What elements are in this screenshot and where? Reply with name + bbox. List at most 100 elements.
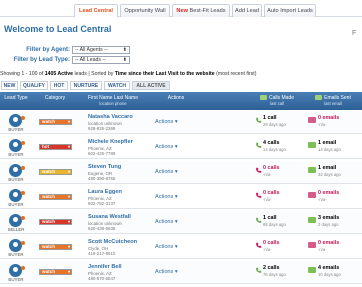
table-row[interactable]: SELLER watch ▾ Susana Westfall location unkn…	[0, 211, 362, 234]
column-calls[interactable]: Calls Made last call	[252, 95, 302, 107]
lead-type-label: BUYER	[8, 152, 24, 157]
lead-name-link[interactable]: Susana Westfall	[88, 214, 131, 220]
tab-label: Best-Fit Leads	[189, 8, 226, 14]
subtab-new[interactable]: NEW	[1, 81, 18, 90]
lead-name-link[interactable]: Laura Eggen	[88, 189, 122, 195]
category-value: hot	[42, 144, 50, 149]
tab-best-fit-leads[interactable]: New Best-Fit Leads	[172, 4, 230, 17]
tab-auto-import-leads[interactable]: Auto Import Leads	[264, 4, 316, 17]
last-email: 32 days ago	[318, 172, 341, 177]
category-select[interactable]: hot ▾	[39, 144, 72, 150]
lead-phone: 480-390-8765	[88, 176, 116, 181]
column-category[interactable]: Category	[38, 95, 72, 101]
lead-type-select-value: -- All Leads --	[75, 57, 106, 63]
table-row[interactable]: BUYER watch ▾ Jennifer Bell Phoenix, AZ 480-5…	[0, 261, 362, 284]
column-emails[interactable]: Emails Sent last email	[306, 95, 360, 107]
subtab-qualify[interactable]: QUALIFY	[20, 81, 48, 90]
tab-add-lead[interactable]: Add Lead	[232, 4, 262, 17]
table-row[interactable]: BUYER watch ▾ Scott McCutcheon Clyde, OH 419-…	[0, 236, 362, 259]
subtab-all-active[interactable]: ALL ACTIVE	[132, 81, 170, 90]
agent-select[interactable]: -- All Agents -- ⬍	[72, 46, 130, 54]
column-emails-sub: last email	[324, 101, 342, 106]
lead-type-label: BUYER	[8, 202, 24, 207]
calls-count[interactable]: 2 calls	[263, 265, 280, 271]
lead-name-link[interactable]: Natasha Vaccaro	[88, 114, 133, 120]
subtab-nurture[interactable]: NURTURE	[70, 81, 102, 90]
showing-middle: leads | Sorted by	[73, 71, 115, 77]
tab-opportunity-wall[interactable]: Opportunity Wall	[120, 4, 170, 17]
lead-type-icon	[9, 239, 22, 252]
lead-type-select[interactable]: -- All Leads -- ⬍	[72, 56, 130, 64]
category-value: watch	[42, 169, 56, 174]
emails-count-text: 3 emails	[318, 215, 340, 221]
status-dot-icon	[21, 266, 25, 270]
lead-phone: 520-439-5635	[88, 226, 116, 231]
lead-type-label: BUYER	[8, 177, 24, 182]
last-email: -n/a-	[318, 197, 327, 202]
phone-icon	[256, 242, 262, 248]
category-value: watch	[42, 194, 56, 199]
emails-count[interactable]: 3 emails	[318, 215, 339, 221]
actions-menu[interactable]: Actions ▾	[155, 169, 178, 175]
subtab-hot[interactable]: HOT	[50, 81, 68, 90]
lead-type-label: BUYER	[8, 277, 24, 282]
emails-count[interactable]: 1 email	[318, 165, 336, 171]
category-select[interactable]: watch ▾	[39, 219, 72, 225]
category-select[interactable]: watch ▾	[39, 244, 72, 250]
column-name[interactable]: First Name Last Name location phone	[80, 95, 146, 107]
actions-menu[interactable]: Actions ▾	[155, 119, 178, 125]
emails-count[interactable]: 0 emails	[318, 115, 339, 121]
column-calls-sub: last call	[270, 101, 284, 106]
tab-label: Opportunity Wall	[124, 8, 166, 14]
lead-type-icon	[9, 164, 22, 177]
category-value: watch	[42, 219, 56, 224]
showing-count: 1405 Active	[44, 71, 74, 77]
new-badge: New	[176, 8, 188, 14]
emails-count[interactable]: 0 emails	[318, 190, 339, 196]
table-row[interactable]: BUYER hot ▾ Michele Knepfler Phoenix, AZ 602-…	[0, 136, 362, 159]
last-call: 29 days ago	[263, 122, 286, 127]
calls-count[interactable]: 1 call	[263, 115, 277, 121]
calls-count[interactable]: 0 calls	[263, 165, 280, 171]
calls-count-text: 0 calls	[263, 165, 280, 171]
lead-name-link[interactable]: Jennifer Bell	[88, 264, 122, 270]
actions-menu[interactable]: Actions ▾	[155, 244, 178, 250]
emails-count-text: 1 email	[318, 165, 337, 171]
table-row[interactable]: BUYER watch ▾ Steven Tung Eugene, OR 480-390-…	[0, 161, 362, 184]
lead-type-icon	[9, 139, 22, 152]
lead-name-link[interactable]: Scott McCutcheon	[88, 239, 137, 245]
category-select[interactable]: watch ▾	[39, 119, 72, 125]
lead-name-link[interactable]: Steven Tung	[88, 164, 121, 170]
subtab-watch[interactable]: WATCH	[104, 81, 130, 90]
table-row[interactable]: BUYER watch ▾ Natasha Vaccaro location unkno…	[0, 111, 362, 134]
calls-count[interactable]: 0 calls	[263, 240, 280, 246]
column-lead-type[interactable]: Lead Type	[2, 95, 30, 101]
calls-count[interactable]: 1 call	[263, 215, 277, 221]
emails-count[interactable]: 0 emails	[318, 240, 339, 246]
actions-menu[interactable]: Actions ▾	[155, 269, 178, 275]
actions-menu[interactable]: Actions ▾	[155, 194, 178, 200]
email-icon	[308, 142, 316, 148]
chevron-down-icon: ▾	[67, 194, 70, 199]
emails-count[interactable]: 1 email	[318, 140, 336, 146]
calls-count[interactable]: 4 calls	[263, 140, 280, 146]
actions-menu[interactable]: Actions ▾	[155, 219, 178, 225]
actions-menu[interactable]: Actions ▾	[155, 144, 178, 150]
category-select[interactable]: watch ▾	[39, 269, 72, 275]
chevron-down-icon: ▾	[67, 269, 70, 274]
category-select[interactable]: watch ▾	[39, 194, 72, 200]
lead-type-icon	[9, 114, 22, 127]
showing-suffix: (most recent first)	[214, 71, 257, 77]
lead-name-link[interactable]: Michele Knepfler	[88, 139, 133, 145]
calls-count[interactable]: 0 calls	[263, 190, 280, 196]
email-icon	[308, 267, 316, 273]
last-email: -n/a-	[318, 122, 327, 127]
tab-lead-central[interactable]: Lead Central	[74, 4, 118, 17]
column-actions: Actions	[167, 95, 185, 101]
category-select[interactable]: watch ▾	[39, 169, 72, 175]
emails-count[interactable]: 4 emails	[318, 265, 339, 271]
status-dot-icon	[21, 241, 25, 245]
table-row[interactable]: BUYER watch ▾ Laura Eggen Phoenix, AZ 602-782…	[0, 186, 362, 209]
phone-icon	[256, 192, 262, 198]
status-dot-icon	[21, 166, 25, 170]
